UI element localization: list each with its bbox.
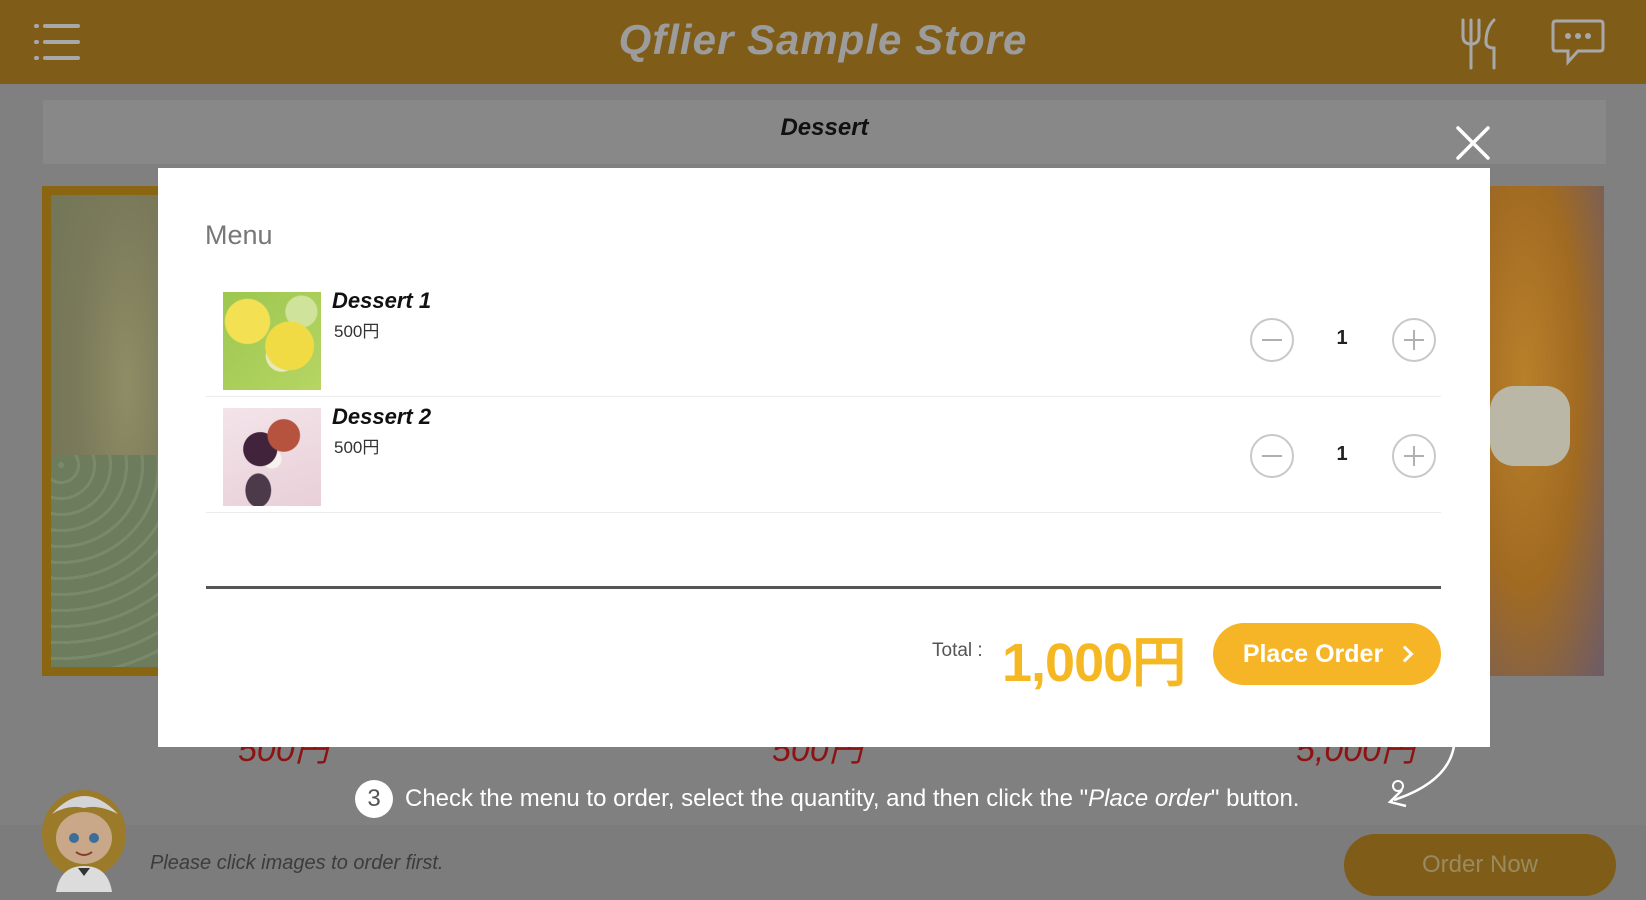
place-order-label: Place Order <box>1242 639 1384 668</box>
decrease-quantity-button[interactable] <box>1250 434 1294 478</box>
step-number-badge: 3 <box>355 780 393 818</box>
item-price: 500円 <box>334 438 380 457</box>
order-now-button[interactable]: Order Now <box>1344 834 1616 896</box>
category-bar: Dessert <box>43 100 1606 164</box>
order-hint-text: Please click images to order first. <box>150 852 444 874</box>
menu-item-row: Dessert 1 500円 1 <box>206 282 1441 397</box>
modal-title: Menu <box>205 220 273 250</box>
decrease-quantity-button[interactable] <box>1250 318 1294 362</box>
modal-divider <box>206 586 1441 589</box>
instruction-tooltip: 3 Check the menu to order, select the qu… <box>355 780 1299 818</box>
store-title: Qflier Sample Store <box>618 16 1028 63</box>
increase-quantity-button[interactable] <box>1392 434 1436 478</box>
item-name: Dessert 2 <box>332 404 432 429</box>
chevron-right-icon <box>1396 645 1414 663</box>
close-icon[interactable] <box>1454 124 1492 162</box>
curved-arrow-icon <box>1387 745 1456 808</box>
dessert-1-thumbnail <box>223 292 321 390</box>
item-price: 500円 <box>334 322 380 341</box>
category-title: Dessert <box>780 114 869 141</box>
dessert-2-thumbnail <box>223 408 321 506</box>
increase-quantity-button[interactable] <box>1392 318 1436 362</box>
item-name: Dessert 1 <box>332 288 432 313</box>
instruction-text: Check the menu to order, select the quan… <box>405 785 1300 812</box>
menu-item-row: Dessert 2 500円 1 <box>206 398 1441 513</box>
order-modal: Menu Dessert 1 500円 1 Dessert 2 500円 1 T… <box>158 168 1490 747</box>
fork-knife-icon[interactable] <box>1458 18 1504 70</box>
app-header: Qflier Sample Store <box>0 0 1646 84</box>
place-order-button[interactable]: Place Order <box>1213 623 1441 685</box>
chef-avatar <box>42 790 126 892</box>
chat-bubble-icon[interactable] <box>1550 18 1606 66</box>
menu-image-right[interactable] <box>1490 186 1604 676</box>
total-value: 1,000円 <box>1002 633 1186 693</box>
total-label: Total : <box>932 640 983 661</box>
menu-image-left[interactable] <box>42 186 168 676</box>
quantity-value: 1 <box>1336 443 1348 465</box>
quantity-value: 1 <box>1336 327 1348 349</box>
